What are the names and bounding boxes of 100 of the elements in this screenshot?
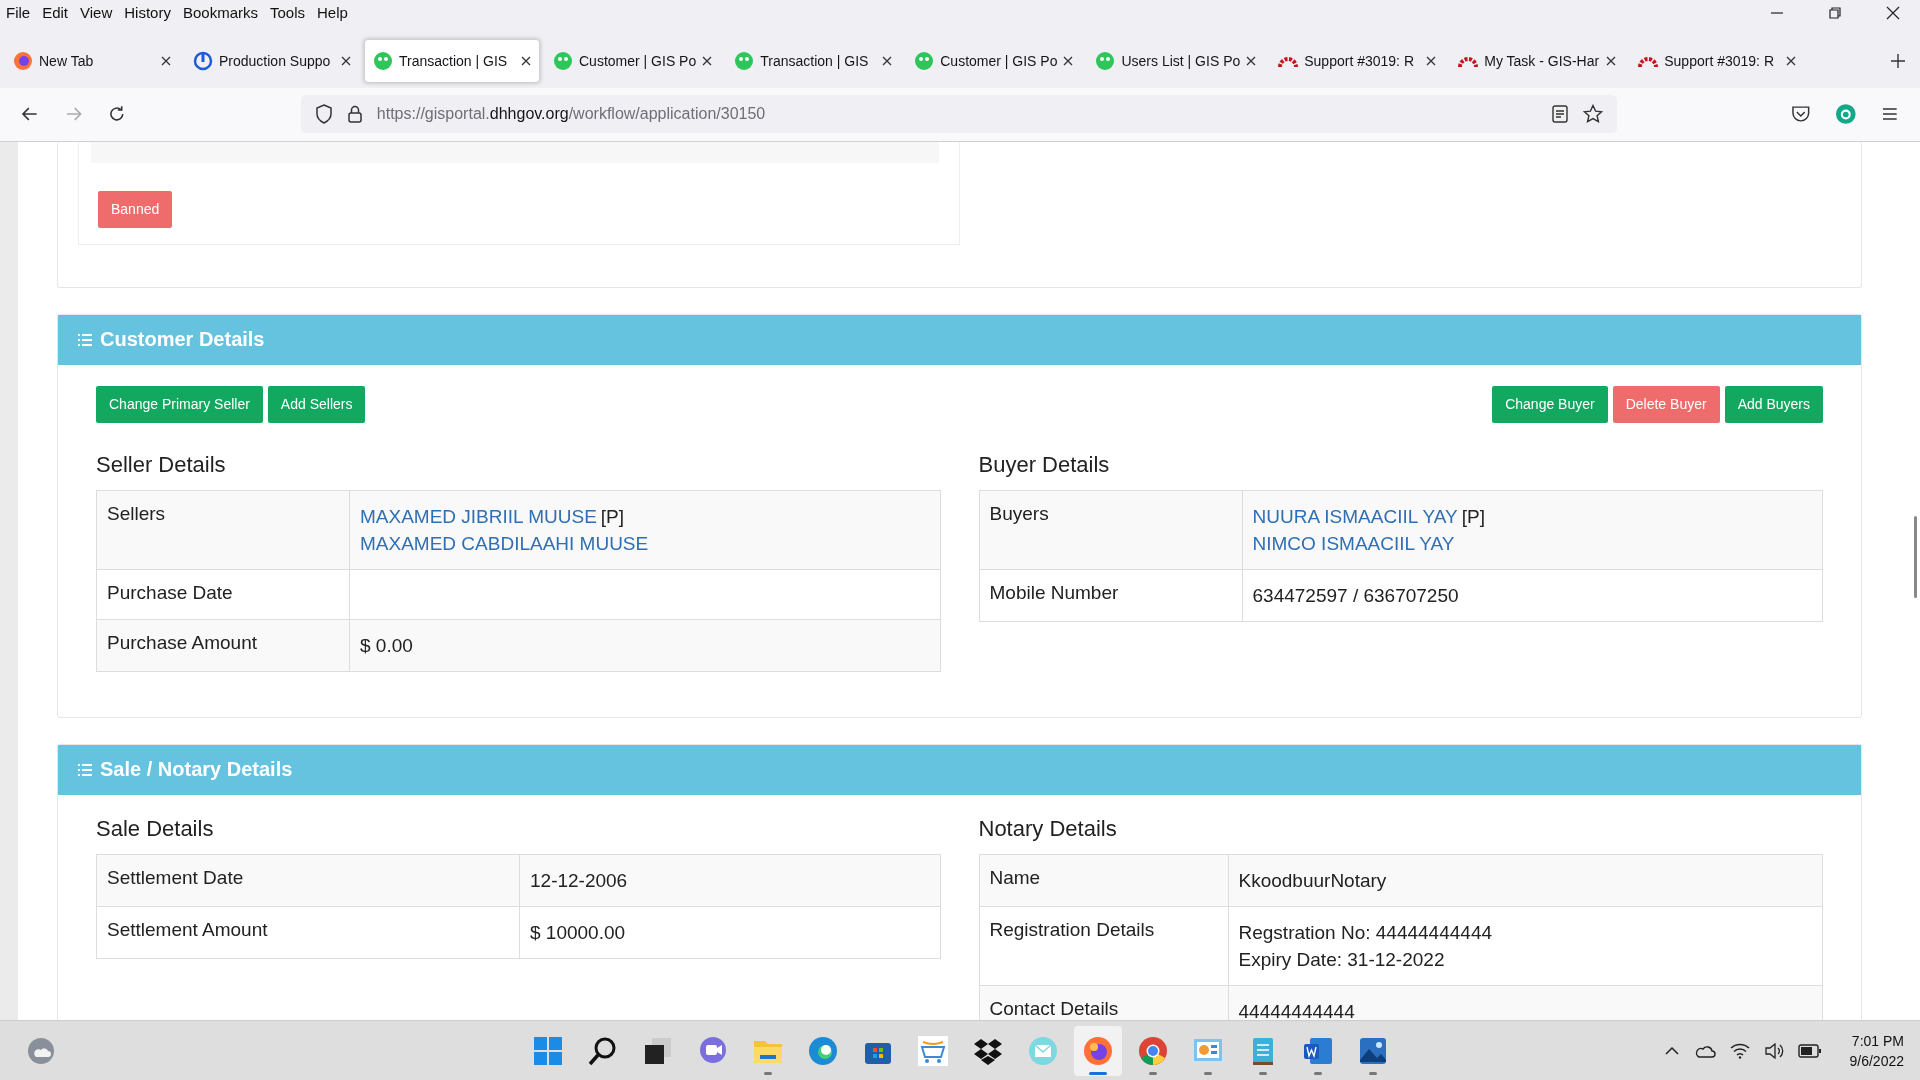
menu-item[interactable]: Edit — [42, 4, 69, 22]
tab-title: Transaction | GIS — [399, 52, 509, 69]
row-label: Buyers — [989, 502, 1049, 524]
browser-tab[interactable]: Transaction | GIS — [725, 38, 902, 83]
clock-time: 7:01 PM — [1851, 1031, 1904, 1051]
primary-tag: [P] — [600, 505, 625, 527]
tab-icon — [373, 50, 393, 71]
new-tab-icon[interactable] — [1890, 52, 1906, 69]
app-icon — [1082, 1034, 1114, 1067]
battery-icon[interactable] — [1797, 1043, 1822, 1058]
row-label: Contact Details — [989, 997, 1119, 1019]
customer-link[interactable]: NIMCO ISMAACIIL YAY — [1252, 532, 1455, 554]
close-icon[interactable] — [161, 55, 171, 66]
list-icon — [78, 333, 92, 346]
shield-icon — [314, 104, 333, 125]
customer-link[interactable]: NUURA ISMAACIIL YAY — [1252, 505, 1458, 527]
section-title: Customer Details — [100, 328, 265, 351]
browser-tab[interactable]: Customer | GIS Po — [905, 38, 1083, 83]
browser-tab[interactable]: Users List | GIS Po — [1086, 38, 1266, 83]
tab-icon — [1095, 50, 1116, 71]
close-icon[interactable] — [521, 55, 531, 66]
row-label: Name — [989, 866, 1041, 888]
tab-icon — [193, 50, 213, 71]
app-icon — [532, 1034, 564, 1067]
url-text: https://gisportal.dhhgov.org/workflow/application/30150 — [376, 105, 766, 124]
row-value: 634472597 / 636707250 — [1252, 584, 1459, 606]
scrollbar-thumb[interactable] — [1914, 515, 1917, 598]
tab-icon — [553, 50, 573, 71]
row-value: $ 0.00 — [360, 634, 413, 656]
tab-title: Support #3019: R — [1304, 52, 1415, 69]
row-label: Purchase Amount — [107, 631, 257, 653]
row-value: KkoodbuurNotary — [1238, 869, 1387, 891]
app-icon — [1137, 1034, 1169, 1067]
row-value: 12-12-2006 — [530, 869, 628, 891]
row-label: Settlement Date — [107, 866, 244, 888]
close-icon[interactable] — [341, 55, 351, 66]
menu-item[interactable]: Help — [317, 4, 348, 22]
browser-tab[interactable]: Support #3019: R — [1269, 38, 1446, 83]
section-title: Sale / Notary Details — [100, 758, 293, 781]
restore-icon[interactable] — [1828, 5, 1842, 20]
customer-link[interactable]: MAXAMED JIBRIIL MUUSE — [360, 505, 597, 527]
customer-link[interactable]: MAXAMED CABDILAAHI MUUSE — [360, 532, 649, 554]
row-label: Settlement Amount — [107, 918, 268, 940]
menu-item[interactable]: File — [6, 4, 31, 22]
browser-tab[interactable]: New Tab — [4, 38, 180, 83]
lock-icon — [346, 104, 363, 125]
app-icon — [917, 1034, 949, 1067]
browser-tab[interactable]: Customer | GIS Po — [544, 38, 722, 83]
close-icon[interactable] — [702, 55, 713, 66]
tab-title: Support #3019: R — [1664, 52, 1775, 69]
tab-title: Users List | GIS Po — [1121, 52, 1241, 69]
close-icon[interactable] — [1606, 55, 1617, 66]
close-icon[interactable] — [1786, 55, 1797, 66]
tab-icon — [914, 50, 935, 71]
close-icon[interactable] — [1246, 55, 1257, 66]
close-icon[interactable] — [1886, 5, 1900, 20]
clock[interactable]: 7:01 PM 9/6/2022 — [1849, 1030, 1904, 1071]
menu-item[interactable]: Tools — [270, 4, 305, 22]
weather-icon[interactable] — [26, 1035, 56, 1066]
menu-item[interactable]: History — [124, 4, 171, 22]
row-value: Regstration No: 44444444444 — [1238, 921, 1493, 943]
row-label: Sellers — [107, 502, 166, 524]
app-icon — [807, 1034, 839, 1067]
close-icon[interactable] — [882, 55, 893, 66]
app-icon — [1027, 1034, 1059, 1067]
browser-tab[interactable]: Support #3019: R — [1629, 38, 1806, 83]
browser-tab[interactable]: My Task - GIS-Har — [1449, 38, 1626, 83]
browser-tab[interactable]: Production Suppo — [184, 38, 360, 83]
tab-icon — [13, 50, 33, 71]
close-icon[interactable] — [1063, 55, 1074, 66]
close-icon[interactable] — [1426, 55, 1437, 66]
volume-icon[interactable] — [1763, 1042, 1784, 1059]
clock-date: 9/6/2022 — [1849, 1051, 1904, 1071]
row-label: Registration Details — [989, 918, 1155, 940]
pocket-icon[interactable] — [1791, 104, 1811, 125]
tab-title: New Tab — [39, 52, 95, 69]
account-icon[interactable] — [1834, 103, 1857, 126]
panel-title: Sale Details — [96, 815, 215, 842]
row-value: $ 10000.00 — [530, 921, 626, 943]
row-label: Purchase Date — [107, 581, 233, 603]
row-label: Mobile Number — [989, 581, 1119, 603]
row-value: 44444444444 — [1238, 1000, 1355, 1021]
address-bar[interactable]: https://gisportal.dhhgov.org/workflow/application/30150 — [300, 95, 1618, 134]
menu-item[interactable]: View — [80, 4, 113, 22]
tab-title: Customer | GIS Po — [940, 52, 1058, 69]
tab-title: My Task - GIS-Har — [1484, 52, 1601, 69]
panel-title: Buyer Details — [978, 451, 1111, 478]
reader-view-icon[interactable] — [1551, 105, 1570, 124]
tab-title: Transaction | GIS — [760, 52, 870, 69]
tab-icon — [734, 50, 755, 71]
panel-title: Seller Details — [96, 451, 227, 478]
tab-title: Customer | GIS Po — [579, 52, 697, 69]
list-icon — [78, 763, 92, 776]
tab-title: Production Suppo — [219, 52, 332, 69]
panel-title: Notary Details — [978, 815, 1118, 842]
wifi-icon[interactable] — [1729, 1042, 1750, 1059]
star-icon[interactable] — [1583, 104, 1604, 125]
row-value: Expiry Date: 31-12-2022 — [1238, 948, 1445, 970]
menu-item[interactable]: Bookmarks — [182, 4, 258, 22]
browser-tab[interactable]: Transaction | GIS — [364, 38, 540, 83]
